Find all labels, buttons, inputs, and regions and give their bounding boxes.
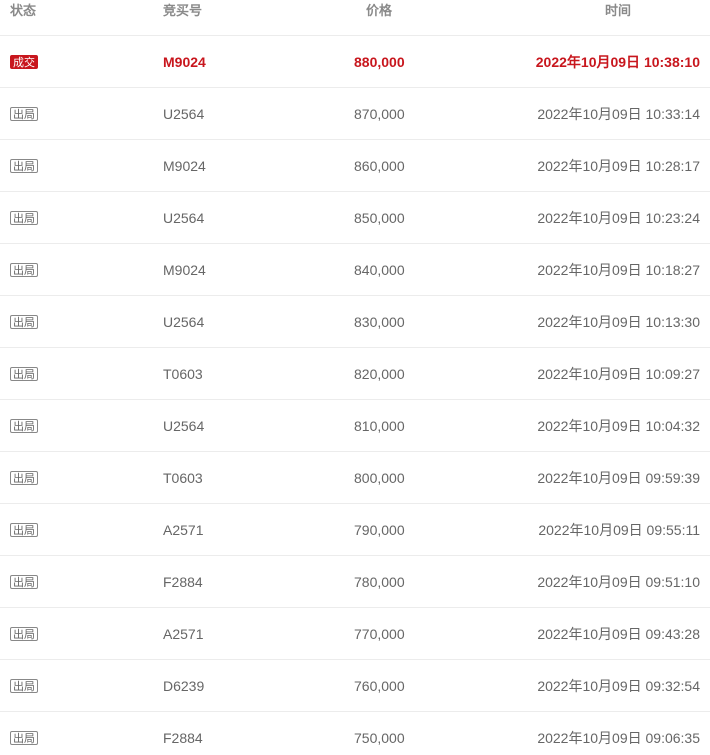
price-cell: 840,000	[354, 262, 405, 278]
time-cell: 2022年10月09日 10:23:24	[537, 210, 700, 226]
status-badge-out: 出局	[10, 419, 38, 433]
time-cell: 2022年10月09日 10:28:17	[537, 158, 700, 174]
table-row: 出局 U2564 810,000 2022年10月09日 10:04:32	[0, 400, 710, 452]
bidder-number-cell: M9024	[163, 262, 206, 278]
status-cell: 出局	[10, 158, 38, 173]
bidder-number-cell: A2571	[163, 626, 204, 642]
price-cell: 750,000	[354, 730, 405, 746]
status-badge-out: 出局	[10, 315, 38, 329]
status-cell: 出局	[10, 522, 38, 537]
table-row: 出局 D6239 760,000 2022年10月09日 09:32:54	[0, 660, 710, 712]
table-row: 出局 F2884 780,000 2022年10月09日 09:51:10	[0, 556, 710, 608]
time-cell: 2022年10月09日 10:04:32	[537, 418, 700, 434]
table-row: 出局 U2564 830,000 2022年10月09日 10:13:30	[0, 296, 710, 348]
price-cell: 830,000	[354, 314, 405, 330]
status-cell: 出局	[10, 626, 38, 641]
bidder-number-cell: U2564	[163, 210, 205, 226]
price-cell: 860,000	[354, 158, 405, 174]
table-header: 状态 竞买号 价格 时间	[0, 0, 710, 36]
price-cell: 850,000	[354, 210, 405, 226]
column-header-status: 状态	[10, 3, 37, 18]
status-cell: 出局	[10, 366, 38, 381]
bidder-number-cell: M9024	[163, 54, 206, 70]
status-cell: 出局	[10, 730, 38, 745]
status-badge-out: 出局	[10, 627, 38, 641]
table-row: 出局 U2564 850,000 2022年10月09日 10:23:24	[0, 192, 710, 244]
price-cell: 800,000	[354, 470, 405, 486]
column-header-bidder: 竞买号	[163, 3, 203, 18]
table-row: 出局 M9024 860,000 2022年10月09日 10:28:17	[0, 140, 710, 192]
price-cell: 770,000	[354, 626, 405, 642]
time-cell: 2022年10月09日 10:38:10	[535, 54, 700, 70]
status-cell: 出局	[10, 418, 38, 433]
status-cell: 出局	[10, 262, 38, 277]
table-row: 出局 A2571 770,000 2022年10月09日 09:43:28	[0, 608, 710, 660]
bidder-number-cell: T0603	[163, 366, 203, 382]
bidder-number-cell: F2884	[163, 574, 203, 590]
bidder-number-cell: U2564	[163, 418, 205, 434]
status-badge-out: 出局	[10, 523, 38, 537]
time-cell: 2022年10月09日 10:13:30	[537, 314, 700, 330]
status-cell: 成交	[10, 54, 38, 69]
price-cell: 790,000	[354, 522, 405, 538]
status-cell: 出局	[10, 314, 38, 329]
price-cell: 870,000	[354, 106, 405, 122]
status-cell: 出局	[10, 678, 38, 693]
bidder-number-cell: A2571	[163, 522, 204, 538]
bidder-number-cell: U2564	[163, 106, 205, 122]
price-cell: 810,000	[354, 418, 405, 434]
table-row: 出局 A2571 790,000 2022年10月09日 09:55:11	[0, 504, 710, 556]
table-row: 出局 F2884 750,000 2022年10月09日 09:06:35	[0, 712, 710, 755]
table-body: 成交 M9024 880,000 2022年10月09日 10:38:10 出局 U256…	[0, 36, 710, 755]
status-badge-out: 出局	[10, 107, 38, 121]
table-row: 出局 M9024 840,000 2022年10月09日 10:18:27	[0, 244, 710, 296]
price-cell: 880,000	[354, 54, 405, 70]
status-cell: 出局	[10, 106, 38, 121]
bidder-number-cell: D6239	[163, 678, 205, 694]
time-cell: 2022年10月09日 09:32:54	[537, 678, 700, 694]
table-row: 出局 T0603 820,000 2022年10月09日 10:09:27	[0, 348, 710, 400]
time-cell: 2022年10月09日 10:33:14	[537, 106, 700, 122]
status-badge-out: 出局	[10, 263, 38, 277]
status-badge-out: 出局	[10, 731, 38, 745]
column-header-price: 价格	[366, 3, 393, 18]
status-cell: 出局	[10, 210, 38, 225]
price-cell: 760,000	[354, 678, 405, 694]
table-row: 成交 M9024 880,000 2022年10月09日 10:38:10	[0, 36, 710, 88]
status-badge-out: 出局	[10, 159, 38, 173]
price-cell: 820,000	[354, 366, 405, 382]
table-row: 出局 T0603 800,000 2022年10月09日 09:59:39	[0, 452, 710, 504]
price-cell: 780,000	[354, 574, 405, 590]
time-cell: 2022年10月09日 09:06:35	[537, 730, 700, 746]
time-cell: 2022年10月09日 09:59:39	[537, 470, 700, 486]
bidder-number-cell: U2564	[163, 314, 205, 330]
table-row: 出局 U2564 870,000 2022年10月09日 10:33:14	[0, 88, 710, 140]
time-cell: 2022年10月09日 09:43:28	[537, 626, 700, 642]
status-badge-out: 出局	[10, 575, 38, 589]
bidder-number-cell: T0603	[163, 470, 203, 486]
bidder-number-cell: F2884	[163, 730, 203, 746]
status-badge-out: 出局	[10, 211, 38, 225]
status-badge-out: 出局	[10, 471, 38, 485]
time-cell: 2022年10月09日 10:18:27	[537, 262, 700, 278]
bidder-number-cell: M9024	[163, 158, 206, 174]
time-cell: 2022年10月09日 09:55:11	[538, 522, 700, 538]
time-cell: 2022年10月09日 09:51:10	[537, 574, 700, 590]
bid-record-table: 状态 竞买号 价格 时间 成交 M9024 880,000 2022年10月09日 1…	[0, 0, 710, 755]
status-badge-deal: 成交	[10, 55, 38, 69]
status-cell: 出局	[10, 574, 38, 589]
column-header-time: 时间	[605, 3, 632, 18]
time-cell: 2022年10月09日 10:09:27	[537, 366, 700, 382]
status-cell: 出局	[10, 470, 38, 485]
status-badge-out: 出局	[10, 367, 38, 381]
status-badge-out: 出局	[10, 679, 38, 693]
